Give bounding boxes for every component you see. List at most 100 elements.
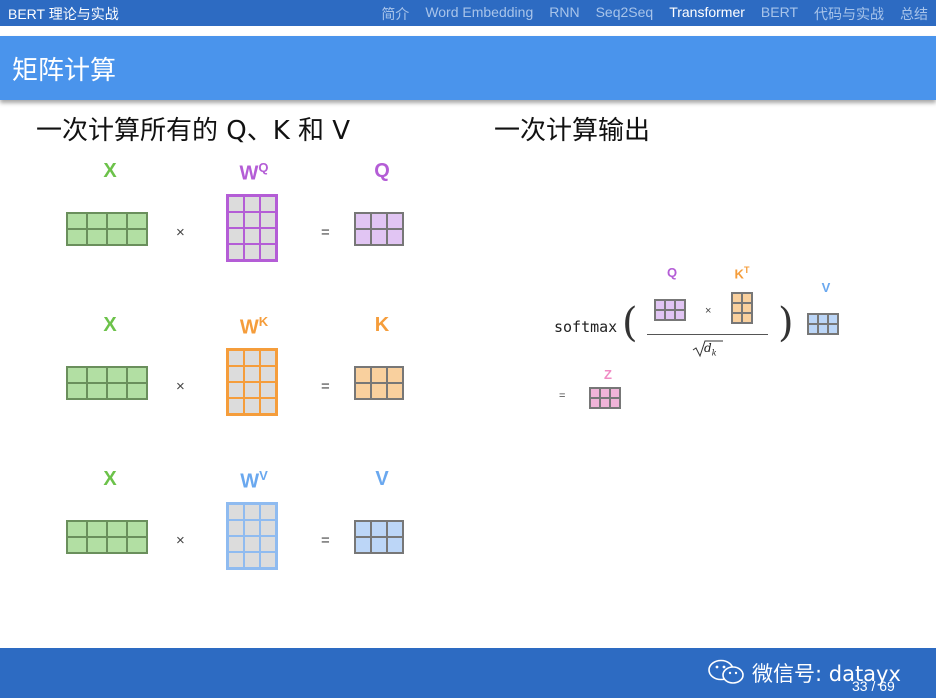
matrix-cell xyxy=(127,213,147,229)
matrix-cell xyxy=(244,196,260,212)
nav-seq2seq[interactable]: Seq2Seq xyxy=(596,4,654,24)
matrix-cell xyxy=(387,383,403,399)
matrix-cell xyxy=(260,196,276,212)
matrix-cell xyxy=(67,521,87,537)
matrix-cell xyxy=(107,367,127,383)
matrix-cell xyxy=(228,552,244,568)
matrix-cell xyxy=(260,366,276,382)
matrix-cell xyxy=(244,366,260,382)
matrix-cell xyxy=(590,388,600,398)
matrix-cell xyxy=(107,213,127,229)
matrix-cell xyxy=(665,300,675,310)
matrix-cell xyxy=(371,367,387,383)
equals-op-k: = xyxy=(321,378,330,395)
formula-q-matrix xyxy=(654,299,686,321)
matrix-cell xyxy=(228,520,244,536)
right-paren: ) xyxy=(778,300,794,346)
matrix-cell xyxy=(244,520,260,536)
matrix-cell xyxy=(600,398,610,408)
left-paren: ( xyxy=(622,300,638,346)
matrix-cell xyxy=(260,520,276,536)
matrix-cell xyxy=(600,388,610,398)
matrix-cell xyxy=(742,313,752,323)
nav-intro[interactable]: 简介 xyxy=(381,4,409,24)
matrix-cell xyxy=(371,521,387,537)
nav-summary[interactable]: 总结 xyxy=(900,4,928,24)
matrix-cell xyxy=(87,537,107,553)
matrix-cell xyxy=(107,383,127,399)
k-output-label: K xyxy=(374,314,390,336)
nav-bert[interactable]: BERT xyxy=(761,4,798,24)
course-title[interactable]: BERT 理论与实战 xyxy=(8,4,119,24)
matrix-cell xyxy=(742,293,752,303)
top-nav-bar: BERT 理论与实战 简介 Word Embedding RNN Seq2Seq… xyxy=(0,0,936,26)
matrix-cell xyxy=(260,228,276,244)
footer-bar: 微信号: datayx 33 / 69 xyxy=(0,648,936,698)
matrix-cell xyxy=(67,229,87,245)
matrix-cell xyxy=(127,229,147,245)
matrix-cell xyxy=(355,521,371,537)
matrix-cell xyxy=(260,398,276,414)
matrix-cell xyxy=(260,536,276,552)
matrix-cell xyxy=(355,537,371,553)
matrix-cell xyxy=(371,537,387,553)
matrix-cell xyxy=(665,310,675,320)
slide-title-bar: 矩阵计算 xyxy=(0,36,936,100)
matrix-cell xyxy=(371,213,387,229)
nav-code-practice[interactable]: 代码与实战 xyxy=(814,4,884,24)
matrix-cell xyxy=(244,350,260,366)
matrix-cell xyxy=(87,213,107,229)
nav-transformer[interactable]: Transformer xyxy=(669,4,745,24)
matrix-cell xyxy=(260,350,276,366)
matrix-cell xyxy=(260,244,276,260)
matrix-cell xyxy=(818,324,828,334)
x-label-q: X xyxy=(103,160,117,182)
softmax-label: softmax xyxy=(554,318,618,336)
wq-label: WQ xyxy=(239,160,269,185)
matrix-cell xyxy=(655,310,665,320)
denominator-d: d xyxy=(704,341,712,355)
matrix-cell xyxy=(228,196,244,212)
q-output-matrix xyxy=(354,212,404,246)
matrix-cell xyxy=(127,367,147,383)
right-heading: 一次计算输出 xyxy=(494,116,651,146)
times-op-k: × xyxy=(176,378,185,395)
matrix-cell xyxy=(228,382,244,398)
matrix-cell xyxy=(127,383,147,399)
denominator: dk xyxy=(704,341,717,357)
matrix-cell xyxy=(387,213,403,229)
matrix-cell xyxy=(260,212,276,228)
matrix-cell xyxy=(244,228,260,244)
matrix-cell xyxy=(732,303,742,313)
matrix-cell xyxy=(244,398,260,414)
matrix-cell xyxy=(228,350,244,366)
matrix-cell xyxy=(87,229,107,245)
matrix-cell xyxy=(371,383,387,399)
matrix-cell xyxy=(228,398,244,414)
formula-v-matrix xyxy=(807,313,839,335)
matrix-cell xyxy=(244,212,260,228)
matrix-cell xyxy=(387,521,403,537)
slide-title: 矩阵计算 xyxy=(12,56,117,86)
matrix-cell xyxy=(67,213,87,229)
matrix-cell xyxy=(387,537,403,553)
matrix-cell xyxy=(107,537,127,553)
v-output-matrix xyxy=(354,520,404,554)
formula-q-label: Q xyxy=(666,265,678,280)
matrix-cell xyxy=(828,324,838,334)
nav-rnn[interactable]: RNN xyxy=(549,4,579,24)
matrix-cell xyxy=(67,383,87,399)
matrix-cell xyxy=(610,388,620,398)
x-matrix-v xyxy=(66,520,148,554)
matrix-cell xyxy=(355,229,371,245)
wv-matrix xyxy=(226,502,278,570)
matrix-cell xyxy=(127,537,147,553)
matrix-cell xyxy=(355,213,371,229)
matrix-cell xyxy=(675,300,685,310)
q-output-label: Q xyxy=(374,160,390,182)
matrix-cell xyxy=(228,536,244,552)
matrix-cell xyxy=(260,552,276,568)
formula-z-matrix xyxy=(589,387,621,409)
nav-word-embedding[interactable]: Word Embedding xyxy=(425,4,533,24)
matrix-cell xyxy=(828,314,838,324)
